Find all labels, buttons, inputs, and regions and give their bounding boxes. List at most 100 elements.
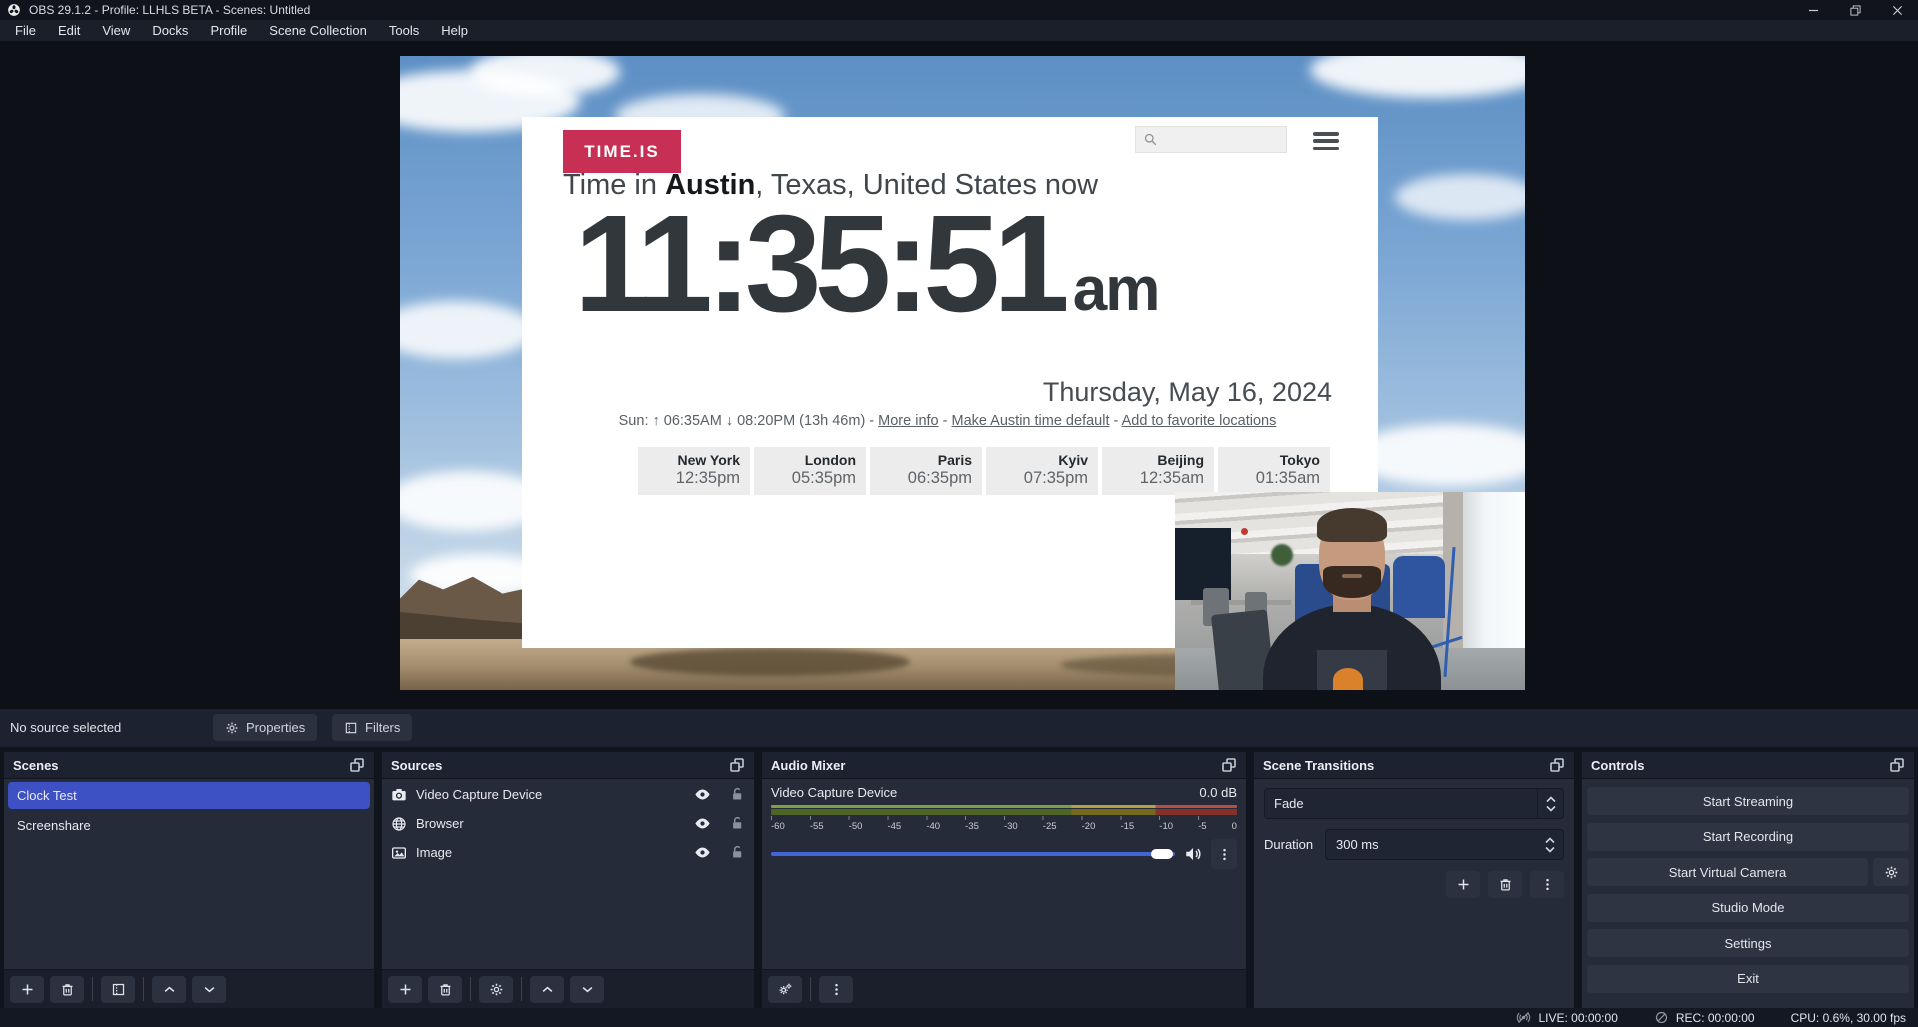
scene-transitions-header: Scene Transitions xyxy=(1254,752,1574,779)
exit-button[interactable]: Exit xyxy=(1587,965,1909,993)
tick-label: -40 xyxy=(926,821,940,832)
source-row-video-capture[interactable]: Video Capture Device xyxy=(382,781,754,808)
preview-area: TIME.IS Time in Austin, Texas, United St… xyxy=(0,41,1918,709)
scene-item-clock-test[interactable]: Clock Test xyxy=(8,782,370,809)
city-time: 12:35pm xyxy=(638,469,740,488)
meter-scale-labels: -60 -55 -50 -45 -40 -35 -30 -25 -20 -15 … xyxy=(771,821,1237,832)
plus-icon xyxy=(1456,877,1471,892)
duration-spinner[interactable]: 300 ms xyxy=(1325,829,1564,860)
no-source-selected-label: No source selected xyxy=(10,720,121,735)
webcam-plant xyxy=(1271,544,1293,566)
menu-scene-collection[interactable]: Scene Collection xyxy=(258,20,378,41)
transition-properties-button[interactable] xyxy=(1530,871,1564,898)
popout-icon[interactable] xyxy=(729,757,745,773)
mixer-options-button[interactable] xyxy=(1211,839,1237,869)
popout-icon[interactable] xyxy=(1889,757,1905,773)
menu-profile[interactable]: Profile xyxy=(199,20,258,41)
tick-label: -45 xyxy=(887,821,901,832)
tick-label: -35 xyxy=(965,821,979,832)
close-icon xyxy=(1892,5,1903,16)
popout-icon[interactable] xyxy=(1549,757,1565,773)
volume-slider-row xyxy=(771,839,1237,869)
minimize-button[interactable] xyxy=(1792,0,1834,20)
rec-time-label: REC: 00:00:00 xyxy=(1676,1011,1755,1025)
move-source-up-button[interactable] xyxy=(530,976,564,1003)
preview-canvas[interactable]: TIME.IS Time in Austin, Texas, United St… xyxy=(400,56,1525,690)
remove-source-button[interactable] xyxy=(428,976,462,1003)
settings-button[interactable]: Settings xyxy=(1587,929,1909,957)
scene-item-screenshare[interactable]: Screenshare xyxy=(8,812,370,839)
move-scene-down-button[interactable] xyxy=(192,976,226,1003)
lock-icon[interactable] xyxy=(730,787,745,802)
start-virtual-camera-button[interactable]: Start Virtual Camera xyxy=(1587,858,1868,886)
scene-filters-button[interactable] xyxy=(101,976,135,1003)
transition-select[interactable]: Fade xyxy=(1264,788,1564,819)
virtual-camera-config-button[interactable] xyxy=(1873,858,1909,886)
duration-spinner-arrows[interactable] xyxy=(1537,830,1563,859)
mixer-menu-button[interactable] xyxy=(819,976,853,1003)
visibility-eye-icon[interactable] xyxy=(694,786,711,803)
start-streaming-button[interactable]: Start Streaming xyxy=(1587,787,1909,815)
gear-icon xyxy=(1884,865,1899,880)
close-button[interactable] xyxy=(1876,0,1918,20)
filters-button[interactable]: Filters xyxy=(332,714,412,741)
menu-tools[interactable]: Tools xyxy=(378,20,430,41)
menu-docks[interactable]: Docks xyxy=(141,20,199,41)
meter-tick-marks xyxy=(771,816,1237,820)
scenes-toolbar xyxy=(4,969,374,1008)
source-properties-button[interactable] xyxy=(479,976,513,1003)
studio-mode-button[interactable]: Studio Mode xyxy=(1587,894,1909,922)
mixer-db-value: 0.0 dB xyxy=(1199,785,1237,800)
webcam-blue-booth xyxy=(1393,556,1445,618)
audio-mixer-body: Video Capture Device 0.0 dB -60 -55 -50 … xyxy=(762,779,1246,969)
menu-view[interactable]: View xyxy=(91,20,141,41)
title-bar: OBS 29.1.2 - Profile: LLHLS BETA - Scene… xyxy=(0,0,1918,20)
scene-transitions-panel: Scene Transitions Fade Duration xyxy=(1254,752,1574,1008)
menu-edit[interactable]: Edit xyxy=(47,20,91,41)
city-cell-tokyo: Tokyo 01:35am xyxy=(1218,447,1330,495)
add-source-button[interactable] xyxy=(388,976,422,1003)
speaker-icon[interactable] xyxy=(1184,845,1202,863)
city-time: 05:35pm xyxy=(754,469,856,488)
remove-scene-button[interactable] xyxy=(50,976,84,1003)
tick-label: -50 xyxy=(849,821,863,832)
menu-help[interactable]: Help xyxy=(430,20,479,41)
add-scene-button[interactable] xyxy=(10,976,44,1003)
city-name: Tokyo xyxy=(1218,452,1320,468)
start-recording-button[interactable]: Start Recording xyxy=(1587,823,1909,851)
popout-icon[interactable] xyxy=(1221,757,1237,773)
move-source-down-button[interactable] xyxy=(570,976,604,1003)
visibility-eye-icon[interactable] xyxy=(694,815,711,832)
transition-select-arrows[interactable] xyxy=(1537,789,1563,818)
source-row-browser[interactable]: Browser xyxy=(382,810,754,837)
restore-button[interactable] xyxy=(1834,0,1876,20)
toolbar-separator xyxy=(810,977,811,1001)
properties-button[interactable]: Properties xyxy=(213,714,317,741)
source-label: Image xyxy=(416,845,452,860)
make-default-link: Make Austin time default xyxy=(952,413,1110,429)
city-cell-kyiv: Kyiv 07:35pm xyxy=(986,447,1098,495)
move-scene-up-button[interactable] xyxy=(152,976,186,1003)
lock-icon[interactable] xyxy=(730,816,745,831)
remove-transition-button[interactable] xyxy=(1488,871,1522,898)
gear-icon xyxy=(225,721,239,735)
transition-actions xyxy=(1264,871,1564,898)
webcam-source-layer[interactable] xyxy=(1175,492,1525,690)
popout-icon[interactable] xyxy=(349,757,365,773)
audio-mixer-title: Audio Mixer xyxy=(771,758,845,773)
trash-icon xyxy=(60,982,75,997)
sources-toolbar xyxy=(382,969,754,1008)
source-row-image[interactable]: Image xyxy=(382,839,754,866)
restore-icon xyxy=(1850,5,1861,16)
scene-transitions-body: Fade Duration 300 ms xyxy=(1254,779,1574,1008)
lock-icon[interactable] xyxy=(730,845,745,860)
controls-header: Controls xyxy=(1582,752,1914,779)
add-transition-button[interactable] xyxy=(1446,871,1480,898)
volume-meter xyxy=(771,809,1237,815)
advanced-audio-properties-button[interactable] xyxy=(768,976,802,1003)
properties-label: Properties xyxy=(246,720,305,735)
volume-slider-handle[interactable] xyxy=(1151,849,1173,859)
volume-slider[interactable] xyxy=(771,852,1175,856)
menu-file[interactable]: File xyxy=(4,20,47,41)
visibility-eye-icon[interactable] xyxy=(694,844,711,861)
